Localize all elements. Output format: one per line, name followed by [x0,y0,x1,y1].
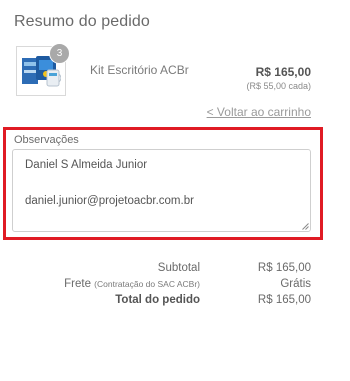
product-name: Kit Escritório ACBr [90,63,189,77]
total-value: R$ 165,00 [257,294,311,306]
total-label: Total do pedido [115,294,200,306]
shipping-label: Frete (Contratação do SAC ACBr) [64,278,200,290]
shipping-value: Grátis [280,278,311,290]
order-summary-title: Resumo do pedido [14,13,150,30]
subtotal-label: Subtotal [157,262,200,274]
product-unit-price: (R$ 55,00 cada) [246,81,311,91]
resize-handle-icon[interactable] [302,223,309,230]
back-to-cart-link[interactable]: < Voltar ao carrinho [207,105,311,119]
quantity-badge: 3 [49,43,70,64]
observations-text-line: Daniel S Almeida Junior [25,159,148,171]
product-price: R$ 165,00 [255,65,311,79]
observations-label: Observações [14,134,79,146]
observations-text-line: daniel.junior@projetoacbr.com.br [25,195,194,207]
subtotal-value: R$ 165,00 [257,262,311,274]
shipping-note: (Contratação do SAC ACBr) [94,279,200,289]
shipping-label-text: Frete [64,278,91,290]
